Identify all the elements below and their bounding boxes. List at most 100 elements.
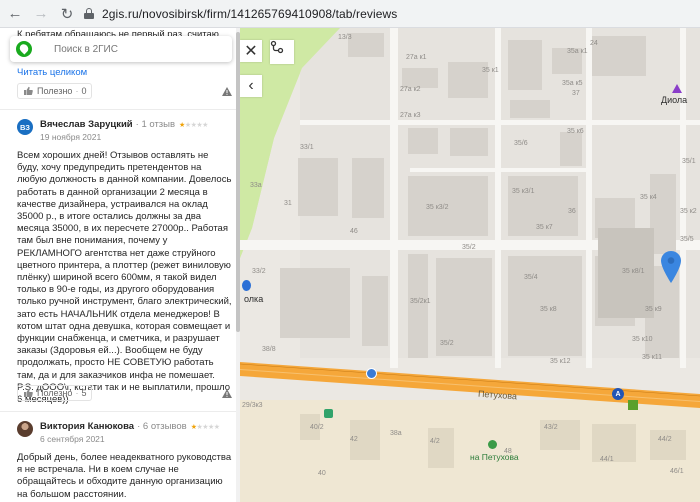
map-label: 35/5 <box>680 236 694 243</box>
review-divider <box>0 109 236 110</box>
map-label: 33/2 <box>252 268 266 275</box>
useful-count: 5 <box>81 388 87 398</box>
rating-stars: ★★★★★ <box>191 423 220 431</box>
map-label: 40/2 <box>310 424 324 431</box>
park-icon[interactable] <box>488 440 497 449</box>
map-label: 38а <box>390 430 402 437</box>
useful-button[interactable]: Полезно · 5 <box>17 385 93 401</box>
rating-stars: ★★★★★ <box>179 121 208 129</box>
review-count: · 1 отзыв <box>135 119 176 130</box>
avatar[interactable]: ВЗ <box>17 119 33 135</box>
map-view[interactable]: ✕ ‹ 13/3 27а к1 27а к2 27а к3 35а к1 35 … <box>240 28 700 502</box>
reviewer-info: Вячеслав Заруцкий · 1 отзыв ★★★★★ 19 ноя… <box>40 119 208 142</box>
reviewer-name[interactable]: Вячеслав Заруцкий <box>40 119 133 130</box>
forward-arrow-icon[interactable]: → <box>30 3 52 25</box>
thumbs-up-icon <box>24 388 33 397</box>
review-divider <box>0 411 236 412</box>
map-label: 35/4 <box>524 274 538 281</box>
map-label: 35 к3/2 <box>426 204 449 211</box>
close-icon[interactable]: ✕ <box>240 40 262 62</box>
poi-left-label[interactable]: олка <box>244 294 263 304</box>
map-label: 42 <box>350 436 358 443</box>
metro-icon[interactable]: A <box>612 388 624 400</box>
diola-poi-icon[interactable] <box>672 84 682 93</box>
map-label: 44/1 <box>600 456 614 463</box>
review-header: ВЗ Вячеслав Заруцкий · 1 отзыв ★★★★★ 19 … <box>17 119 208 142</box>
map-label: 35 к9 <box>645 306 662 313</box>
map-label: 35 к6 <box>567 128 584 135</box>
map-label: 46 <box>350 228 358 235</box>
map-label: 24 <box>590 40 598 47</box>
map-canvas <box>240 28 700 502</box>
left-poi-icon[interactable] <box>242 280 251 291</box>
avatar[interactable] <box>17 421 33 437</box>
2gis-logo-icon <box>16 41 32 57</box>
route-icon[interactable] <box>270 40 294 64</box>
url-text[interactable]: 2gis.ru/novosibirsk/firm/141265769410908… <box>102 7 397 21</box>
map-label: 4/2 <box>430 438 440 445</box>
park-label[interactable]: на Петухова <box>470 452 519 462</box>
reviewer-info: Виктория Канюкова · 6 отзывов ★★★★★ 6 се… <box>40 421 220 444</box>
reviews-panel: К ребятам обращаюсь не первый раз, счита… <box>0 28 240 502</box>
map-label: 35 к4 <box>640 194 657 201</box>
map-label: 31 <box>284 200 292 207</box>
address-bar[interactable]: 2gis.ru/novosibirsk/firm/141265769410908… <box>84 3 397 25</box>
tram-stop-icon[interactable] <box>366 368 377 379</box>
map-label: 33/1 <box>300 144 314 151</box>
bus-stop-icon[interactable] <box>628 400 638 410</box>
map-label: 35/2 <box>440 340 454 347</box>
map-label: 35/2 <box>462 244 476 251</box>
search-box[interactable] <box>10 36 232 62</box>
map-label: 35/2к1 <box>410 298 431 305</box>
route-glyph <box>270 40 284 54</box>
star-empty-icon: ★★★★ <box>184 121 209 129</box>
reviewer-name[interactable]: Виктория Канюкова <box>40 421 134 432</box>
map-label: 35 к12 <box>550 358 571 365</box>
useful-separator: · <box>75 86 79 96</box>
shop-icon[interactable] <box>324 409 333 418</box>
reviewer-name-line: Виктория Канюкова · 6 отзывов ★★★★★ <box>40 421 220 432</box>
useful-label: Полезно <box>37 388 73 398</box>
map-label: 27а к1 <box>406 54 427 61</box>
browser-toolbar: ← → ↻ 2gis.ru/novosibirsk/firm/141265769… <box>0 0 700 28</box>
map-label: 35 к8 <box>540 306 557 313</box>
review-count: · 6 отзывов <box>137 421 187 432</box>
map-label: 35а к1 <box>567 48 588 55</box>
map-label: 33а <box>250 182 262 189</box>
collapse-panel-icon[interactable]: ‹ <box>240 75 262 97</box>
map-label: 13/3 <box>338 34 352 41</box>
map-label: 46/1 <box>670 468 684 475</box>
review-body: Добрый день, более неадекватного руковод… <box>17 452 232 500</box>
map-label: 35а к5 <box>562 80 583 87</box>
map-label: 35 к10 <box>632 336 653 343</box>
useful-count: 0 <box>81 86 87 96</box>
map-label: 27а к3 <box>400 112 421 119</box>
map-label: 35/6 <box>514 140 528 147</box>
map-label: 43/2 <box>544 424 558 431</box>
star-empty-icon: ★★★★ <box>196 423 220 431</box>
useful-label: Полезно <box>37 86 73 96</box>
search-input[interactable] <box>54 43 214 55</box>
map-label: 38/8 <box>262 346 276 353</box>
thumbs-up-icon <box>24 86 33 95</box>
map-label: 35/1 <box>682 158 696 165</box>
location-pin-icon[interactable] <box>660 250 682 284</box>
useful-button[interactable]: Полезно · 0 <box>17 83 93 99</box>
map-label: 27а к2 <box>400 86 421 93</box>
warning-icon[interactable] <box>222 86 232 96</box>
reload-icon[interactable]: ↻ <box>56 3 78 25</box>
map-label: 35 к2 <box>680 208 697 215</box>
map-label: 40 <box>318 470 326 477</box>
map-label: 44/2 <box>658 436 672 443</box>
warning-icon[interactable] <box>222 388 232 398</box>
map-label: 35 к3/1 <box>512 188 535 195</box>
map-label: 36 <box>568 208 576 215</box>
poi-diola-label[interactable]: Диола <box>661 95 687 105</box>
read-more-link[interactable]: Читать целиком <box>17 67 87 78</box>
map-label: 37 <box>572 90 580 97</box>
back-arrow-icon[interactable]: ← <box>4 3 26 25</box>
review-body: Всем хороших дней! Отзывов оставлять не … <box>17 150 232 406</box>
review-date: 6 сентября 2021 <box>40 434 105 444</box>
map-label: 35 к8/1 <box>622 268 645 275</box>
map-label: 29/3к3 <box>242 402 263 409</box>
